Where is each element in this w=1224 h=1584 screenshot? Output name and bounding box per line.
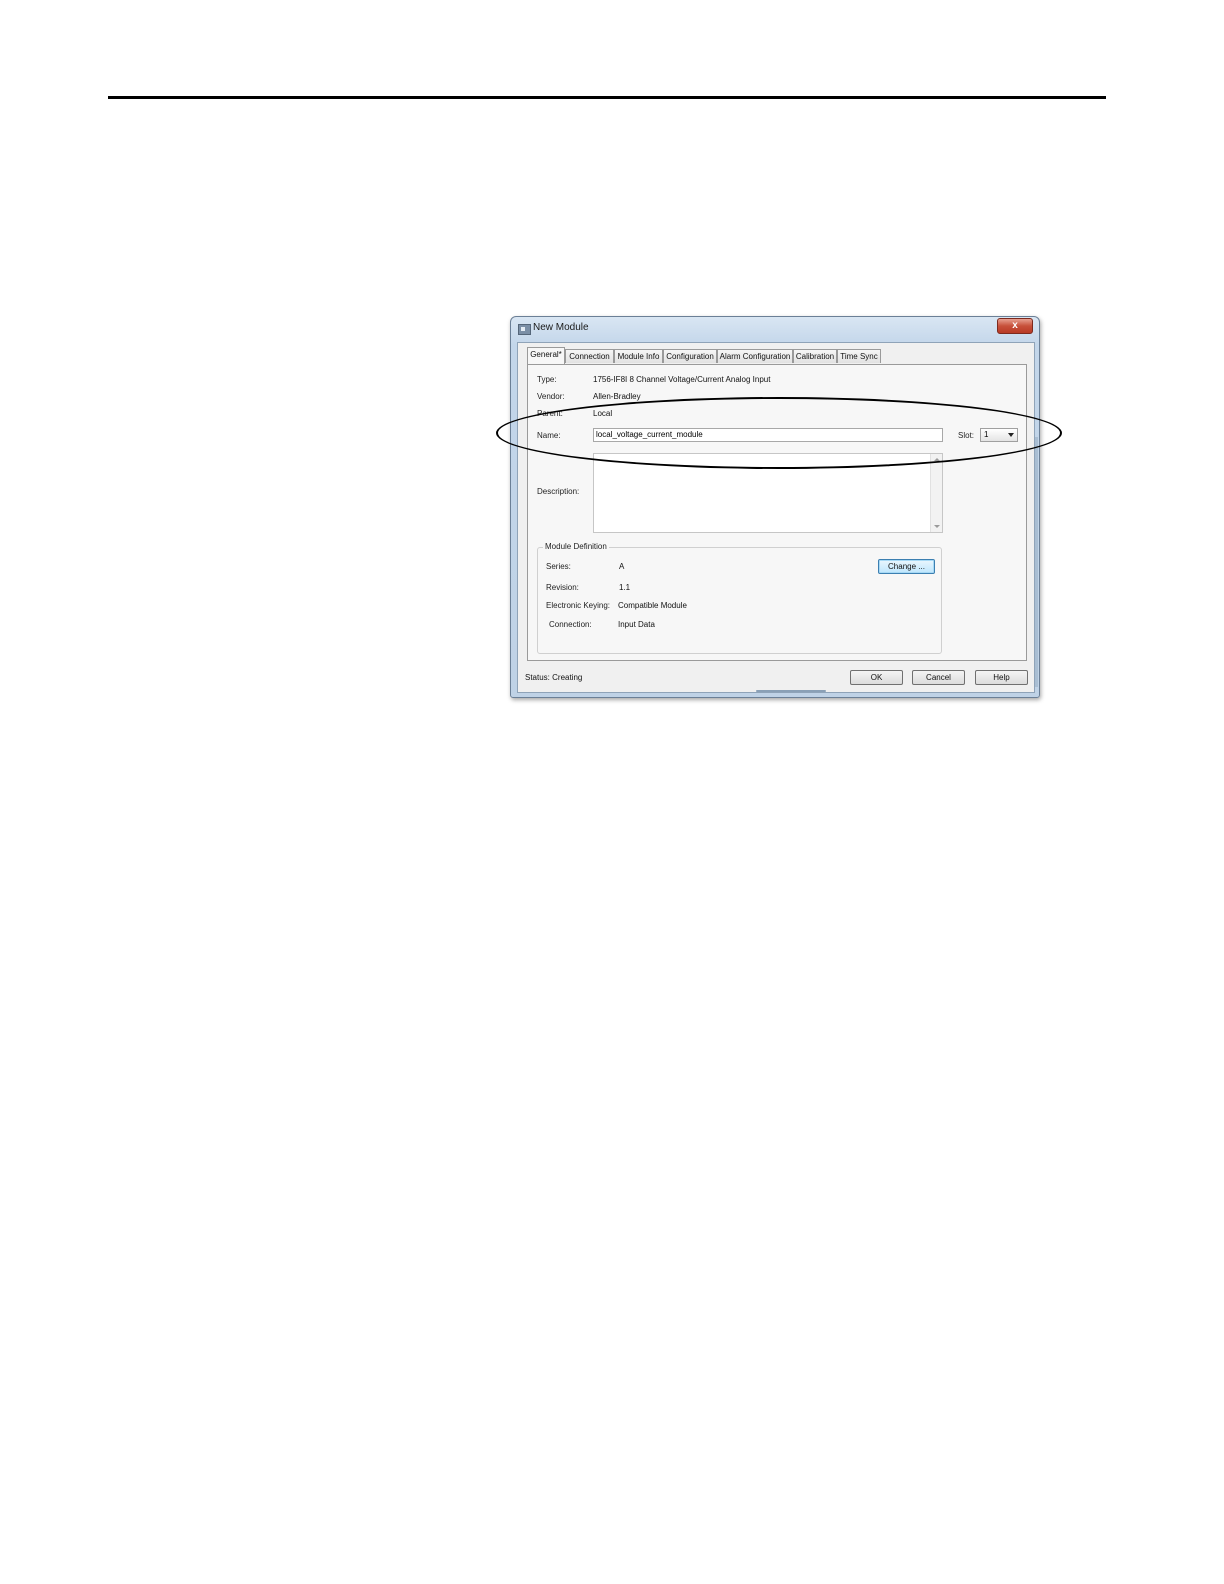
revision-value: 1.1 xyxy=(619,583,631,592)
tab-module-info[interactable]: Module Info xyxy=(614,349,663,363)
description-label: Description: xyxy=(537,487,580,496)
connection-value: Input Data xyxy=(618,620,655,629)
slot-label: Slot: xyxy=(958,431,975,440)
page-top-rule xyxy=(108,96,1106,99)
scroll-down-arrow-icon[interactable] xyxy=(934,525,940,528)
tab-time-sync[interactable]: Time Sync xyxy=(837,349,881,363)
close-button[interactable]: x xyxy=(997,318,1033,334)
change-button[interactable]: Change ... xyxy=(878,559,935,574)
name-label: Name: xyxy=(537,431,561,440)
new-module-dialog: New Module x General* Connection Module … xyxy=(510,316,1040,698)
slot-select-value: 1 xyxy=(984,430,989,439)
description-textarea[interactable] xyxy=(593,453,943,533)
window-bottom-grip xyxy=(756,690,826,692)
window-title: New Module xyxy=(533,322,589,333)
general-tab-panel: Type: 1756-IF8I 8 Channel Voltage/Curren… xyxy=(527,364,1027,661)
slot-select[interactable]: 1 xyxy=(980,428,1018,442)
tab-configuration[interactable]: Configuration xyxy=(663,349,717,363)
name-input[interactable]: local_voltage_current_module xyxy=(593,428,943,442)
tab-calibration[interactable]: Calibration xyxy=(793,349,837,363)
chevron-down-icon xyxy=(1008,433,1014,437)
type-value: 1756-IF8I 8 Channel Voltage/Current Anal… xyxy=(593,375,771,384)
revision-label: Revision: xyxy=(546,583,579,592)
dialog-client-area: General* Connection Module Info Configur… xyxy=(517,342,1035,693)
connection-label: Connection: xyxy=(549,620,592,629)
scroll-up-arrow-icon[interactable] xyxy=(934,458,940,461)
tab-alarm-configuration[interactable]: Alarm Configuration xyxy=(717,349,793,363)
series-label: Series: xyxy=(546,562,571,571)
description-scrollbar[interactable] xyxy=(930,454,942,532)
ok-button[interactable]: OK xyxy=(850,670,903,685)
module-definition-legend: Module Definition xyxy=(543,542,609,551)
tab-general[interactable]: General* xyxy=(527,347,565,364)
type-label: Type: xyxy=(537,375,557,384)
parent-value: Local xyxy=(593,409,613,418)
window-right-scroll-edge xyxy=(1035,437,1038,687)
electronic-keying-label: Electronic Keying: xyxy=(546,601,611,610)
module-definition-group: Module Definition Series: A Change ... R… xyxy=(537,542,942,654)
title-bar[interactable]: New Module x xyxy=(511,317,1039,341)
electronic-keying-value: Compatible Module xyxy=(618,601,687,610)
parent-label: Parent: xyxy=(537,409,563,418)
cancel-button[interactable]: Cancel xyxy=(912,670,965,685)
vendor-label: Vendor: xyxy=(537,392,565,401)
vendor-value: Allen-Bradley xyxy=(593,392,641,401)
status-text: Status: Creating xyxy=(525,673,583,682)
window-app-icon xyxy=(518,324,531,335)
series-value: A xyxy=(619,562,625,571)
tab-connection[interactable]: Connection xyxy=(565,349,614,363)
help-button[interactable]: Help xyxy=(975,670,1028,685)
